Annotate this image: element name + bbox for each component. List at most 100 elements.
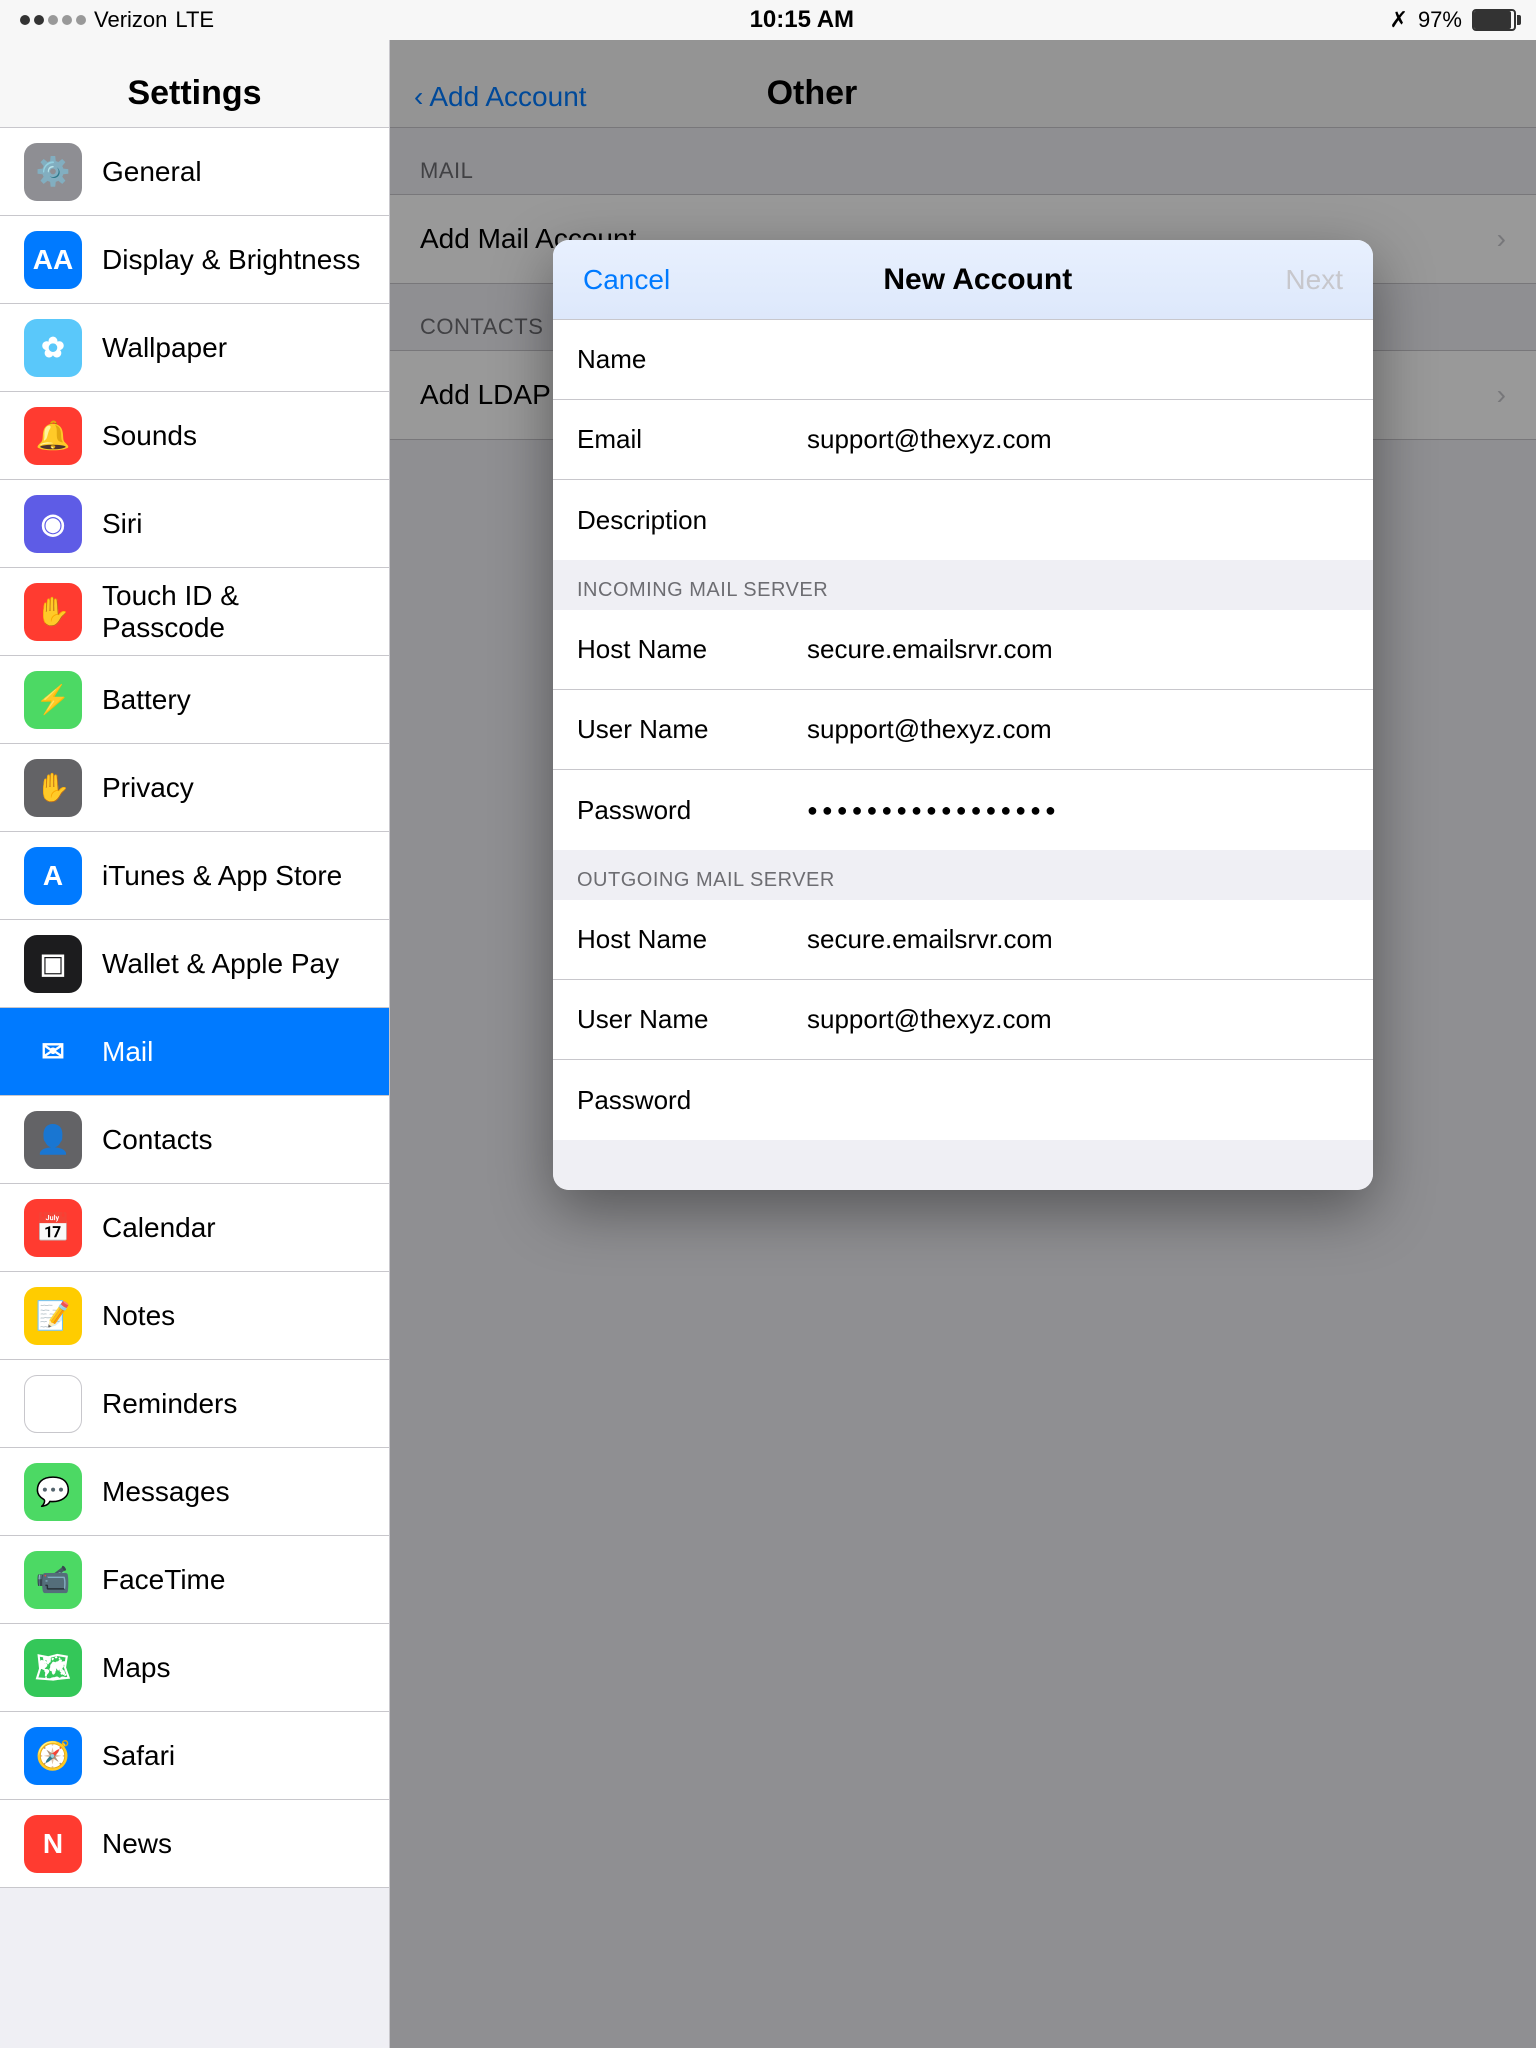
sidebar-item-maps[interactable]: 🗺Maps bbox=[0, 1624, 389, 1712]
sidebar-item-itunes[interactable]: AiTunes & App Store bbox=[0, 832, 389, 920]
main-layout: Settings ⚙️ General AADisplay & Brightness… bbox=[0, 40, 1536, 2048]
name-field-label: Name bbox=[577, 344, 777, 375]
dot-4 bbox=[62, 15, 72, 25]
outgoing-username-value: support@thexyz.com bbox=[807, 1004, 1349, 1035]
news-icon: N bbox=[24, 1815, 82, 1873]
general-icon: ⚙️ bbox=[24, 143, 82, 201]
battery-icon: ⚡ bbox=[24, 671, 82, 729]
itunes-label: iTunes & App Store bbox=[102, 860, 342, 892]
incoming-hostname-value: secure.emailsrvr.com bbox=[807, 634, 1349, 665]
sidebar-item-reminders[interactable]: ☰ Reminders bbox=[0, 1360, 389, 1448]
battery-fill bbox=[1474, 11, 1511, 29]
facetime-label: FaceTime bbox=[102, 1564, 225, 1596]
dot-5 bbox=[76, 15, 86, 25]
incoming-section-label: INCOMING MAIL SERVER bbox=[577, 579, 828, 602]
incoming-fields-group: Host Name secure.emailsrvr.com User Name… bbox=[553, 610, 1373, 850]
calendar-label: Calendar bbox=[102, 1212, 216, 1244]
display-label: Display & Brightness bbox=[102, 244, 360, 276]
sidebar-item-wallpaper[interactable]: ✿ Wallpaper bbox=[0, 304, 389, 392]
sidebar-header: Settings bbox=[0, 40, 389, 128]
sidebar-item-siri[interactable]: ◉Siri bbox=[0, 480, 389, 568]
outgoing-section-label: OUTGOING MAIL SERVER bbox=[577, 869, 835, 892]
description-field-label: Description bbox=[577, 505, 777, 536]
itunes-icon: A bbox=[24, 847, 82, 905]
safari-icon: 🧭 bbox=[24, 1727, 82, 1785]
next-button[interactable]: Next bbox=[1285, 264, 1343, 296]
sounds-icon: 🔔 bbox=[24, 407, 82, 465]
contacts-icon: 👤 bbox=[24, 1111, 82, 1169]
outgoing-username-field[interactable]: User Name support@thexyz.com bbox=[553, 980, 1373, 1060]
safari-label: Safari bbox=[102, 1740, 175, 1772]
incoming-hostname-field[interactable]: Host Name secure.emailsrvr.com bbox=[553, 610, 1373, 690]
modal-overlay: Cancel New Account Next Name Email suppo… bbox=[390, 40, 1536, 2048]
incoming-section-divider: INCOMING MAIL SERVER bbox=[553, 560, 1373, 610]
news-label: News bbox=[102, 1828, 172, 1860]
bluetooth-icon: ✗ bbox=[1390, 7, 1408, 33]
wallet-icon: ▣ bbox=[24, 935, 82, 993]
sidebar-item-sounds[interactable]: 🔔 Sounds bbox=[0, 392, 389, 480]
sidebar-item-touch[interactable]: ✋ Touch ID & Passcode bbox=[0, 568, 389, 656]
general-label: General bbox=[102, 156, 202, 188]
sidebar-item-notes[interactable]: 📝Notes bbox=[0, 1272, 389, 1360]
reminders-icon: ☰ bbox=[24, 1375, 82, 1433]
network-label: LTE bbox=[175, 7, 214, 33]
sidebar-item-battery[interactable]: ⚡ Battery bbox=[0, 656, 389, 744]
sounds-label: Sounds bbox=[102, 420, 197, 452]
contacts-label: Contacts bbox=[102, 1124, 213, 1156]
sidebar-item-news[interactable]: N News bbox=[0, 1800, 389, 1888]
sidebar-item-mail[interactable]: ✉ Mail bbox=[0, 1008, 389, 1096]
outgoing-hostname-label: Host Name bbox=[577, 924, 777, 955]
facetime-icon: 📹 bbox=[24, 1551, 82, 1609]
sidebar-item-privacy[interactable]: ✋Privacy bbox=[0, 744, 389, 832]
status-right: ✗ 97% bbox=[1390, 7, 1516, 33]
name-field[interactable]: Name bbox=[553, 320, 1373, 400]
incoming-hostname-label: Host Name bbox=[577, 634, 777, 665]
outgoing-password-field[interactable]: Password bbox=[553, 1060, 1373, 1140]
modal-header: Cancel New Account Next bbox=[553, 240, 1373, 320]
sidebar-list: ⚙️ General AADisplay & Brightness ✿ Wallpape… bbox=[0, 128, 389, 1888]
reminders-label: Reminders bbox=[102, 1388, 237, 1420]
outgoing-fields-group: Host Name secure.emailsrvr.com User Name… bbox=[553, 900, 1373, 1140]
outgoing-section-divider: OUTGOING MAIL SERVER bbox=[553, 850, 1373, 900]
battery-icon bbox=[1472, 9, 1516, 31]
sidebar-item-messages[interactable]: 💬Messages bbox=[0, 1448, 389, 1536]
wallpaper-label: Wallpaper bbox=[102, 332, 227, 364]
sidebar: Settings ⚙️ General AADisplay & Brightness… bbox=[0, 40, 390, 2048]
sidebar-item-facetime[interactable]: 📹 FaceTime bbox=[0, 1536, 389, 1624]
sidebar-item-contacts[interactable]: 👤 Contacts bbox=[0, 1096, 389, 1184]
cancel-button[interactable]: Cancel bbox=[583, 264, 670, 296]
battery-label: Battery bbox=[102, 684, 191, 716]
touch-icon: ✋ bbox=[24, 583, 82, 641]
incoming-username-field[interactable]: User Name support@thexyz.com bbox=[553, 690, 1373, 770]
maps-label: Maps bbox=[102, 1652, 170, 1684]
sidebar-item-safari[interactable]: 🧭 Safari bbox=[0, 1712, 389, 1800]
status-left: Verizon LTE bbox=[20, 7, 214, 33]
incoming-username-value: support@thexyz.com bbox=[807, 714, 1349, 745]
sidebar-item-calendar[interactable]: 📅 Calendar bbox=[0, 1184, 389, 1272]
sidebar-item-general[interactable]: ⚙️ General bbox=[0, 128, 389, 216]
modal-title: New Account bbox=[883, 263, 1072, 297]
right-panel: ‹ Add Account Other MAIL Add Mail Accoun… bbox=[390, 40, 1536, 2048]
basic-fields-group: Name Email support@thexyz.com Descriptio… bbox=[553, 320, 1373, 560]
notes-icon: 📝 bbox=[24, 1287, 82, 1345]
email-field[interactable]: Email support@thexyz.com bbox=[553, 400, 1373, 480]
outgoing-hostname-field[interactable]: Host Name secure.emailsrvr.com bbox=[553, 900, 1373, 980]
battery-percent: 97% bbox=[1418, 7, 1462, 33]
description-field[interactable]: Description bbox=[553, 480, 1373, 560]
sidebar-item-wallet[interactable]: ▣ Wallet & Apple Pay bbox=[0, 920, 389, 1008]
sidebar-title: Settings bbox=[127, 74, 261, 113]
incoming-password-field[interactable]: Password ●●●●●●●●●●●●●●●●● bbox=[553, 770, 1373, 850]
dot-1 bbox=[20, 15, 30, 25]
privacy-label: Privacy bbox=[102, 772, 194, 804]
email-field-value: support@thexyz.com bbox=[807, 424, 1349, 455]
incoming-password-value: ●●●●●●●●●●●●●●●●● bbox=[807, 800, 1349, 821]
wallet-label: Wallet & Apple Pay bbox=[102, 948, 339, 980]
mail-icon: ✉ bbox=[24, 1023, 82, 1081]
mail-label: Mail bbox=[102, 1036, 153, 1068]
wallpaper-icon: ✿ bbox=[24, 319, 82, 377]
sidebar-item-display[interactable]: AADisplay & Brightness bbox=[0, 216, 389, 304]
touch-label: Touch ID & Passcode bbox=[102, 580, 365, 644]
calendar-icon: 📅 bbox=[24, 1199, 82, 1257]
email-field-label: Email bbox=[577, 424, 777, 455]
status-time: 10:15 AM bbox=[750, 6, 854, 34]
